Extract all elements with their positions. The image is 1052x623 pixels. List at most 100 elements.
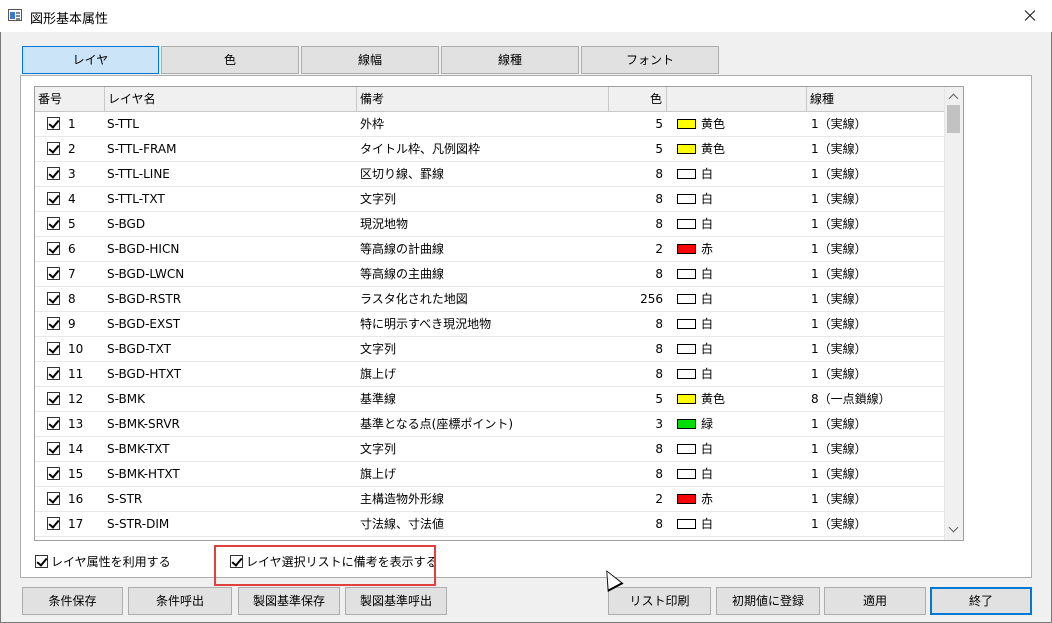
checkbox-checked-icon[interactable] xyxy=(47,517,60,530)
load-standard-button[interactable]: 製図基準呼出 xyxy=(345,587,447,615)
color-swatch xyxy=(677,294,696,304)
checkbox-checked-icon[interactable] xyxy=(47,367,60,380)
table-row[interactable]: 17 S-STR-DIM 寸法線、寸法値 8 白 1（実線） xyxy=(35,512,945,537)
tab-line-width[interactable]: 線幅 xyxy=(301,46,439,74)
row-layer-name: S-BGD-HICN xyxy=(107,242,180,256)
checkbox-checked-icon[interactable] xyxy=(47,117,60,130)
header-number[interactable]: 番号 xyxy=(35,87,105,111)
table-row[interactable]: 12 S-BMK 基準線 5 黄色 8（一点鎖線） xyxy=(35,387,945,412)
checkbox-checked-icon[interactable] xyxy=(47,267,60,280)
row-layer-name: S-STR-DIM xyxy=(107,517,170,531)
table-row[interactable]: 5 S-BGD 現況地物 8 白 1（実線） xyxy=(35,212,945,237)
color-swatch xyxy=(677,369,696,379)
tab-font[interactable]: フォント xyxy=(581,46,719,74)
checkbox-checked-icon[interactable] xyxy=(47,292,60,305)
scroll-up-icon[interactable] xyxy=(948,93,959,104)
table-row[interactable]: 2 S-TTL-FRAM タイトル枠、凡例図枠 5 黄色 1（実線） xyxy=(35,137,945,162)
table-row[interactable]: 6 S-BGD-HICN 等高線の計曲線 2 赤 1（実線） xyxy=(35,237,945,262)
row-linetype: 1（実線） xyxy=(811,167,867,181)
row-linetype: 1（実線） xyxy=(811,492,867,506)
save-standard-button[interactable]: 製図基準保存 xyxy=(238,587,340,615)
table-row[interactable]: 14 S-BMK-TXT 文字列 8 白 1（実線） xyxy=(35,437,945,462)
row-linetype: 1（実線） xyxy=(811,467,867,481)
tab-layer[interactable]: レイヤ xyxy=(22,46,159,74)
use-layer-attr-label: レイヤ属性を利用する xyxy=(51,555,171,569)
row-number: 11 xyxy=(68,367,84,381)
row-color-cell: 白 xyxy=(667,512,807,536)
checkbox-checked-icon[interactable] xyxy=(47,192,60,205)
row-layer-name: S-TTL-TXT xyxy=(107,192,165,206)
table-row[interactable]: 7 S-BGD-LWCN 等高線の主曲線 8 白 1（実線） xyxy=(35,262,945,287)
row-color-cell: 黄色 xyxy=(667,112,807,136)
apply-button[interactable]: 適用 xyxy=(824,587,926,615)
load-conditions-button[interactable]: 条件呼出 xyxy=(128,587,232,615)
close-icon[interactable] xyxy=(1008,0,1052,32)
checkbox-checked-icon[interactable] xyxy=(47,467,60,480)
row-layer-name: S-BGD-EXST xyxy=(107,317,181,331)
color-swatch xyxy=(677,419,696,429)
row-layer-name: S-BMK-SRVR xyxy=(107,417,180,431)
table-row[interactable]: 10 S-BGD-TXT 文字列 8 白 1（実線） xyxy=(35,337,945,362)
checkbox-checked-icon[interactable] xyxy=(47,217,60,230)
row-layer-name: S-BGD-LWCN xyxy=(107,267,185,281)
color-swatch xyxy=(677,144,696,154)
row-note: 基準線 xyxy=(360,392,397,406)
row-linetype: 1（実線） xyxy=(811,267,867,281)
layer-table[interactable]: 番号 レイヤ名 備考 色 線種 1 S-TTL 外枠 5 黄色 1（実線） 2 S-TTL-F… xyxy=(34,86,964,541)
tab-color[interactable]: 色 xyxy=(161,46,299,74)
checkbox-checked-icon[interactable] xyxy=(47,342,60,355)
row-number: 2 xyxy=(68,142,76,156)
checkbox-checked-icon[interactable] xyxy=(35,555,48,568)
row-linetype: 1（実線） xyxy=(811,342,867,356)
checkbox-checked-icon[interactable] xyxy=(47,317,60,330)
checkbox-checked-icon[interactable] xyxy=(47,392,60,405)
table-row[interactable]: 16 S-STR 主構造物外形線 2 赤 1（実線） xyxy=(35,487,945,512)
row-color-name: 白 xyxy=(701,292,714,306)
row-color-name: 黄色 xyxy=(701,117,726,131)
print-list-button[interactable]: リスト印刷 xyxy=(608,587,711,615)
row-note: 文字列 xyxy=(360,442,397,456)
checkbox-checked-icon[interactable] xyxy=(47,492,60,505)
row-color-number: 8 xyxy=(655,167,663,181)
table-row[interactable]: 1 S-TTL 外枠 5 黄色 1（実線） xyxy=(35,112,945,137)
checkbox-checked-icon[interactable] xyxy=(47,417,60,430)
header-linetype[interactable]: 線種 xyxy=(807,87,945,111)
table-row[interactable]: 8 S-BGD-RSTR ラスタ化された地図 256 白 1（実線） xyxy=(35,287,945,312)
row-note: 外枠 xyxy=(360,117,385,131)
register-default-button[interactable]: 初期値に登録 xyxy=(716,587,820,615)
table-row[interactable]: 4 S-TTL-TXT 文字列 8 白 1（実線） xyxy=(35,187,945,212)
table-row[interactable]: 3 S-TTL-LINE 区切り線、罫線 8 白 1（実線） xyxy=(35,162,945,187)
checkbox-checked-icon[interactable] xyxy=(47,442,60,455)
checkbox-checked-icon[interactable] xyxy=(47,142,60,155)
row-number: 14 xyxy=(68,442,84,456)
table-row[interactable]: 13 S-BMK-SRVR 基準となる点(座標ポイント) 3 緑 1（実線） xyxy=(35,412,945,437)
tab-line-type[interactable]: 線種 xyxy=(441,46,579,74)
row-color-cell: 白 xyxy=(667,437,807,461)
table-header: 番号 レイヤ名 備考 色 線種 xyxy=(35,87,945,112)
row-layer-name: S-TTL-FRAM xyxy=(107,142,177,156)
row-layer-name: S-BMK-TXT xyxy=(107,442,170,456)
color-swatch xyxy=(677,194,696,204)
table-row[interactable]: 15 S-BMK-HTXT 旗上げ 8 白 1（実線） xyxy=(35,462,945,487)
header-color[interactable]: 色 xyxy=(609,87,667,111)
row-linetype: 1（実線） xyxy=(811,517,867,531)
table-row[interactable]: 9 S-BGD-EXST 特に明示すべき現況地物 8 白 1（実線） xyxy=(35,312,945,337)
checkbox-checked-icon[interactable] xyxy=(47,242,60,255)
row-color-name: 白 xyxy=(701,517,714,531)
header-color-swatch[interactable] xyxy=(667,87,807,111)
header-note[interactable]: 備考 xyxy=(357,87,609,111)
row-number: 3 xyxy=(68,167,76,181)
vertical-scrollbar[interactable] xyxy=(944,87,963,540)
row-color-cell: 白 xyxy=(667,162,807,186)
scroll-down-icon[interactable] xyxy=(948,522,959,533)
close-button[interactable]: 終了 xyxy=(930,587,1032,615)
header-layer-name[interactable]: レイヤ名 xyxy=(105,87,357,111)
row-layer-name: S-BMK xyxy=(107,392,145,406)
table-row[interactable]: 11 S-BGD-HTXT 旗上げ 8 白 1（実線） xyxy=(35,362,945,387)
scroll-thumb[interactable] xyxy=(947,105,960,133)
color-swatch xyxy=(677,494,696,504)
checkbox-checked-icon[interactable] xyxy=(47,167,60,180)
row-color-number: 5 xyxy=(655,392,663,406)
save-conditions-button[interactable]: 条件保存 xyxy=(22,587,123,615)
row-number: 4 xyxy=(68,192,76,206)
